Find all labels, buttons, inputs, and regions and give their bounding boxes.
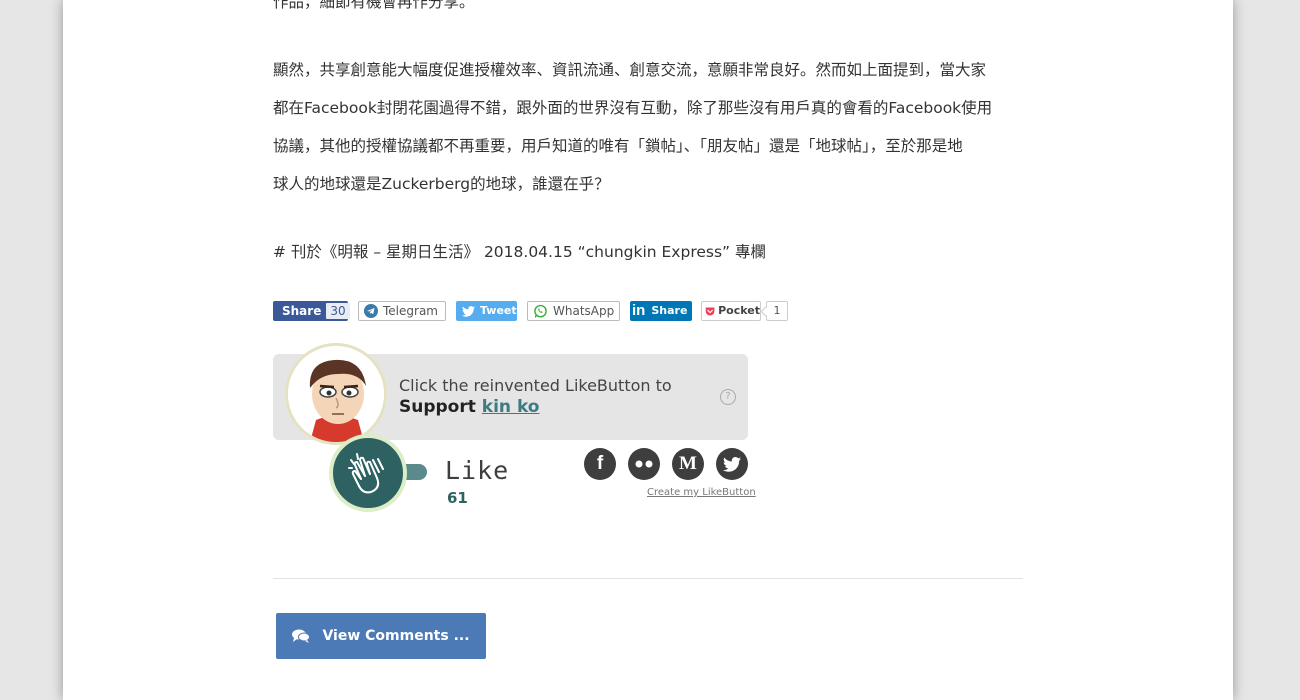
pocket-save-button[interactable]: Pocket [701,301,761,321]
author-link[interactable]: kin ko [482,397,540,417]
clap-hands-icon [348,453,384,494]
page-container: 作品，細節有機會再作分享。 顯然，共享創意能大幅度促進授權效率、資訊流通、創意交… [63,0,1233,700]
facebook-icon: f [596,453,604,474]
publication-credit: # 刊於《明報 – 星期日生活》 2018.04.15 “chungkin Ex… [273,243,766,261]
cartoon-avatar-icon [288,346,384,442]
clap-like-button[interactable] [329,434,407,512]
whatsapp-share-button[interactable]: WhatsApp [527,301,620,321]
whatsapp-share-label: WhatsApp [553,304,615,318]
paragraph-line: 球人的地球還是Zuckerberg的地球，誰還在乎？ [273,175,610,193]
telegram-share-label: Telegram [383,304,438,318]
medium-social-button[interactable]: M [672,448,704,480]
support-word: Support [399,397,476,417]
facebook-share-button[interactable]: Share 30 [273,301,350,321]
twitter-tweet-button[interactable]: Tweet [456,301,517,321]
facebook-social-button[interactable]: f [584,448,616,480]
telegram-share-button[interactable]: Telegram [358,301,446,321]
medium-icon: M [679,453,697,474]
like-count: 61 [447,489,468,507]
facebook-share-count: 30 [326,303,350,319]
paragraph-main: 顯然，共享創意能大幅度促進授權效率、資訊流通、創意交流，意願非常良好。然而如上面… [273,51,1013,203]
linkedin-share-label: Share [651,304,688,317]
section-divider [273,578,1023,579]
paragraph-top: 作品，細節有機會再作分享。 [273,0,475,11]
view-comments-button[interactable]: View Comments ... [276,613,486,659]
pocket-count: 1 [766,301,788,321]
twitter-bird-icon [462,305,475,317]
pocket-icon [705,307,715,315]
twitter-icon [723,456,741,472]
author-avatar [285,343,387,445]
flickr-icon [635,460,653,468]
paragraph-line: 顯然，共享創意能大幅度促進授權效率、資訊流通、創意交流，意願非常良好。然而如上面… [273,61,987,79]
likebutton-prompt: Click the reinvented LikeButton to [399,376,672,395]
twitter-social-button[interactable] [716,448,748,480]
likebutton-card[interactable]: Click the reinvented LikeButton to Suppo… [273,343,748,445]
flickr-social-button[interactable] [628,448,660,480]
linkedin-share-button[interactable]: in Share [630,301,692,321]
telegram-icon [364,304,378,318]
create-likebutton-link[interactable]: Create my LikeButton [647,487,756,498]
facebook-share-label: Share [282,304,322,318]
view-comments-label: View Comments ... [322,628,470,644]
likebutton-support-line: Support kin ko [399,397,539,417]
pocket-save-label: Pocket [718,304,760,317]
paragraph-line: 協議，其他的授權協議都不再重要，用戶知道的唯有「鎖帖」、「朋友帖」還是「地球帖」… [273,137,963,155]
like-word: Like [445,456,510,485]
paragraph-line: 都在Facebook封閉花園過得不錯，跟外面的世界沒有互動，除了那些沒有用戶真的… [273,99,993,117]
comments-icon [292,629,311,643]
twitter-tweet-label: Tweet [480,304,517,317]
linkedin-icon: in [632,302,646,319]
whatsapp-icon [534,304,547,318]
help-icon[interactable]: ? [720,389,736,405]
